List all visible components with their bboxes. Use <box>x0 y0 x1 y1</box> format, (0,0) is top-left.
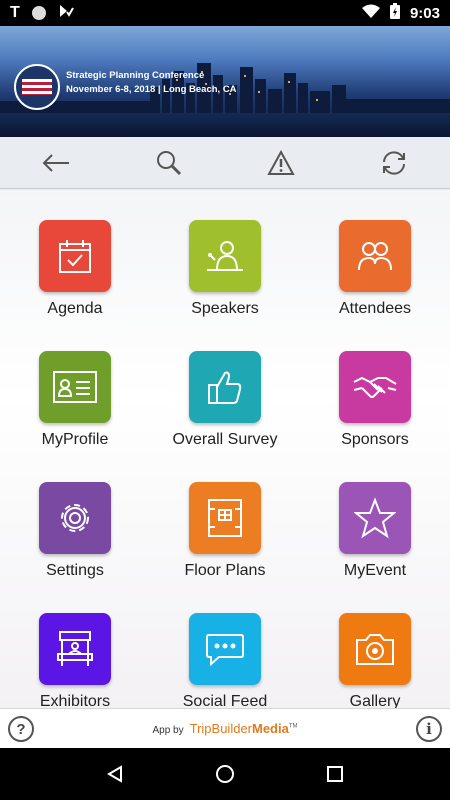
tile-attendees[interactable]: Attendees <box>300 220 450 318</box>
camera-icon <box>339 613 411 685</box>
tile-label: Exhibitors <box>39 693 111 708</box>
tile-sponsors[interactable]: Sponsors <box>300 351 450 449</box>
info-button[interactable]: i <box>416 716 442 742</box>
system-nav-bar <box>0 748 450 800</box>
app-credit: App by TripBuilderMediaTM <box>152 721 297 736</box>
speaker-podium-icon <box>189 220 261 292</box>
organization-logo <box>14 64 60 110</box>
chat-bubble-icon <box>189 613 261 685</box>
tile-exhibitors[interactable]: Exhibitors <box>0 613 150 708</box>
tile-label: Overall Survey <box>172 431 278 448</box>
tile-label: Agenda <box>47 300 103 317</box>
brand-part-a: TripBuilder <box>189 721 252 736</box>
tile-agenda[interactable]: Agenda <box>0 220 150 318</box>
trademark: TM <box>288 723 298 730</box>
nav-home-button[interactable] <box>205 754 245 794</box>
back-button[interactable] <box>26 143 86 183</box>
tripbuilder-brand: TripBuilderMediaTM <box>190 721 298 736</box>
t-icon: T <box>10 4 20 21</box>
tile-overall-survey[interactable]: Overall Survey <box>150 351 300 449</box>
alert-button[interactable] <box>251 143 311 183</box>
status-bar: T 9:03 <box>0 0 450 26</box>
tile-label: Speakers <box>191 300 259 317</box>
signal-check-icon <box>58 3 74 24</box>
main-menu-grid: Agenda Speakers Attendees MyProfile Over… <box>0 190 450 708</box>
event-banner: Strategic Planning Conference November 6… <box>0 26 450 137</box>
floor-plan-icon <box>189 482 261 554</box>
alert-icon <box>267 149 295 175</box>
conference-title: Strategic Planning Conference <box>66 70 205 81</box>
harbor-water <box>0 113 450 137</box>
circle-icon <box>31 6 46 20</box>
search-button[interactable] <box>139 143 199 183</box>
refresh-button[interactable] <box>364 143 424 183</box>
tile-myevent[interactable]: MyEvent <box>300 482 450 580</box>
nav-recents-button[interactable] <box>315 754 355 794</box>
back-arrow-icon <box>42 153 70 172</box>
tile-floor-plans[interactable]: Floor Plans <box>150 482 300 580</box>
people-icon <box>339 220 411 292</box>
tile-label: Settings <box>46 562 104 579</box>
nav-back-button[interactable] <box>95 754 135 794</box>
tile-speakers[interactable]: Speakers <box>150 220 300 318</box>
tile-social-feed[interactable]: Social Feed <box>150 613 300 708</box>
tile-label: MyProfile <box>41 431 109 448</box>
calendar-check-icon <box>39 220 111 292</box>
tile-label: Gallery <box>349 693 401 708</box>
tile-label: MyEvent <box>343 562 407 579</box>
tile-label: Social Feed <box>182 693 268 708</box>
tile-myprofile[interactable]: MyProfile <box>0 351 150 449</box>
help-button[interactable]: ? <box>8 716 34 742</box>
handshake-icon <box>339 351 411 423</box>
tile-gallery[interactable]: Gallery <box>300 613 450 708</box>
search-icon <box>156 150 181 175</box>
clock: 9:03 <box>409 4 440 22</box>
toolbar <box>0 137 450 189</box>
tile-label: Floor Plans <box>184 562 266 579</box>
wifi-icon <box>361 4 380 22</box>
conference-dates: November 6-8, 2018 | Long Beach, CA <box>66 84 237 95</box>
tile-label: Sponsors <box>341 431 409 448</box>
star-icon <box>339 482 411 554</box>
banner-text: Strategic Planning Conference November 6… <box>66 69 237 97</box>
battery-icon <box>389 3 400 23</box>
thumbs-up-icon <box>189 351 261 423</box>
app-by-label: App by <box>152 725 184 736</box>
gear-icon <box>39 482 111 554</box>
tile-settings[interactable]: Settings <box>0 482 150 580</box>
id-card-icon <box>39 351 111 423</box>
booth-icon <box>39 613 111 685</box>
brand-part-b: Media <box>252 721 289 736</box>
home-circle-icon <box>216 765 234 783</box>
tile-label: Attendees <box>338 300 412 317</box>
recents-square-icon <box>327 766 343 782</box>
back-triangle-icon <box>107 765 122 783</box>
refresh-icon <box>382 150 405 175</box>
footer-bar: ? App by TripBuilderMediaTM i <box>0 708 450 748</box>
